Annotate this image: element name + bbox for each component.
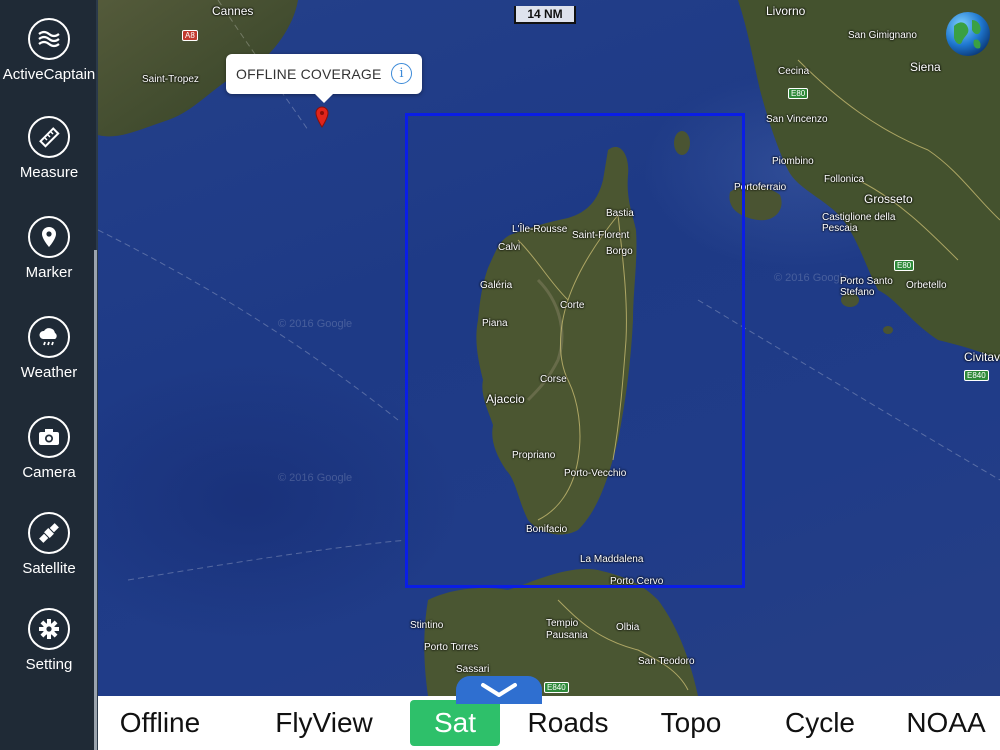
place-label: Piombino xyxy=(772,156,814,167)
setting-button[interactable]: Setting xyxy=(0,608,98,698)
road-shield: E80 xyxy=(894,260,915,271)
marker-label: Marker xyxy=(25,264,73,281)
tab-cycle[interactable]: Cycle xyxy=(772,696,868,750)
place-label: Stintino xyxy=(410,620,444,631)
place-label: San Vincenzo xyxy=(766,114,828,125)
marker-button[interactable]: Marker xyxy=(0,216,98,306)
place-label: Olbia xyxy=(616,622,640,633)
map-pin-marker[interactable] xyxy=(315,106,329,128)
cloud-rain-icon xyxy=(28,316,70,358)
place-label: Siena xyxy=(910,60,941,74)
map-watermark: © 2016 Google xyxy=(278,472,353,484)
place-label: Cannes xyxy=(212,4,254,18)
left-toolbar: ActiveCaptain Measure Marker Weather Cam… xyxy=(0,0,98,750)
road-shield: E840 xyxy=(964,370,989,381)
globe-icon[interactable] xyxy=(944,10,992,58)
place-label: Saint-Tropez xyxy=(142,74,199,85)
callout-text: OFFLINE COVERAGE xyxy=(236,66,382,82)
tab-noaa[interactable]: NOAA xyxy=(898,696,994,750)
weather-label: Weather xyxy=(20,364,78,381)
tab-flyview[interactable]: FlyView xyxy=(266,696,382,750)
chevron-down-icon xyxy=(481,683,517,697)
place-label: Livorno xyxy=(766,4,806,18)
tab-topo[interactable]: Topo xyxy=(648,696,734,750)
place-label: Follonica xyxy=(824,174,865,185)
tab-sat[interactable]: Sat xyxy=(410,700,500,746)
satellite-button[interactable]: Satellite xyxy=(0,512,98,602)
place-label: Tempio Pausania xyxy=(546,618,588,641)
offline-coverage-box[interactable] xyxy=(405,113,745,588)
satellite-map[interactable]: © 2016 Google © 2016 Google © 2016 Googl… xyxy=(98,0,1000,696)
road-shield: A8 xyxy=(182,30,198,41)
tab-offline[interactable]: Offline xyxy=(106,696,214,750)
place-label: Sassari xyxy=(456,664,490,675)
place-label: San Teodoro xyxy=(638,656,695,667)
satellite-label: Satellite xyxy=(22,560,76,577)
place-label: Grosseto xyxy=(864,192,913,206)
measure-button[interactable]: Measure xyxy=(0,116,98,206)
tab-roads[interactable]: Roads xyxy=(520,696,616,750)
camera-icon xyxy=(28,416,70,458)
map-watermark: © 2016 Google xyxy=(774,272,849,284)
place-label: Castiglione della Pescaia xyxy=(822,212,896,234)
gear-icon xyxy=(28,608,70,650)
ruler-icon xyxy=(28,116,70,158)
place-label: Porto Santo Stefano xyxy=(840,276,893,298)
map-scale-bar: 14 NM xyxy=(514,6,576,24)
offline-coverage-callout[interactable]: OFFLINE COVERAGE i xyxy=(226,54,422,103)
road-shield: E80 xyxy=(788,88,809,99)
place-label: San Gimignano xyxy=(848,30,917,41)
sidebar-scrollbar[interactable] xyxy=(94,250,97,750)
collapse-tab-button[interactable] xyxy=(456,676,542,704)
activecaptain-button[interactable]: ActiveCaptain xyxy=(0,18,98,108)
camera-label: Camera xyxy=(22,464,76,481)
place-label: Cecina xyxy=(778,66,810,77)
camera-button[interactable]: Camera xyxy=(0,416,98,506)
map-type-tabbar: Offline FlyView Sat Roads Topo Cycle NOA… xyxy=(98,696,1000,750)
weather-button[interactable]: Weather xyxy=(0,316,98,406)
road-shield: E840 xyxy=(544,682,569,693)
place-label: Civitav xyxy=(964,350,1000,364)
place-label: Orbetello xyxy=(906,280,947,291)
waves-icon xyxy=(28,18,70,60)
place-label: Porto Torres xyxy=(424,642,479,653)
setting-label: Setting xyxy=(25,656,73,673)
map-pin-icon xyxy=(28,216,70,258)
measure-label: Measure xyxy=(19,164,79,181)
info-icon[interactable]: i xyxy=(391,63,412,84)
satellite-icon xyxy=(28,512,70,554)
map-watermark: © 2016 Google xyxy=(278,318,353,330)
activecaptain-label: ActiveCaptain xyxy=(2,66,96,83)
